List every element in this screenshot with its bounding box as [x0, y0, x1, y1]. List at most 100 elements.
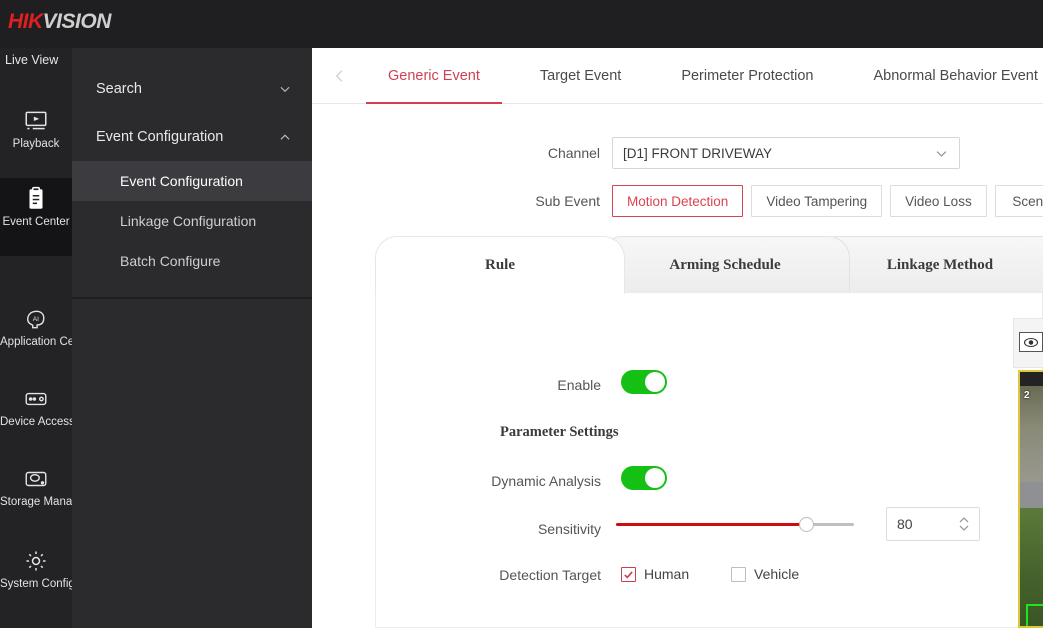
tab-perimeter-protection-label: Perimeter Protection [681, 68, 813, 84]
sensitivity-number-input[interactable]: 80 [886, 507, 980, 541]
svg-text:AI: AI [33, 316, 39, 323]
event-tab-strip: Generic Event Target Event Perimeter Pro… [312, 48, 1043, 104]
tab-abnormal-behavior-event[interactable]: Abnormal Behavior Event [843, 48, 1043, 104]
secondary-submenu: Search Event Configuration Event Configu… [72, 48, 312, 628]
channel-select-value: [D1] FRONT DRIVEWAY [623, 146, 772, 161]
enable-label: Enable [436, 377, 601, 393]
left-icon-rail: Live View Playback [0, 48, 72, 628]
submenu-group-event-configuration[interactable]: Event Configuration [72, 113, 312, 161]
rail-item-storage-management[interactable]: Storage Management [0, 458, 72, 536]
chevron-down-icon [278, 65, 292, 113]
eye-icon[interactable] [1019, 332, 1043, 352]
device-icon [0, 386, 72, 416]
tab-generic-event-label: Generic Event [388, 68, 480, 84]
sensitivity-slider-fill [616, 523, 806, 526]
card-tab-linkage-method-label: Linkage Method [887, 257, 993, 274]
checkbox-human[interactable]: Human [621, 566, 689, 582]
hikvision-logo: HIKVISION [8, 10, 111, 34]
ai-head-icon: AI [0, 306, 72, 336]
gear-icon [0, 548, 72, 578]
rail-label-playback: Playback [0, 138, 72, 151]
sub-event-scene-change[interactable]: Scen [995, 185, 1043, 217]
channel-row: Channel [D1] FRONT DRIVEWAY [502, 137, 960, 169]
rail-label-storage-management: Storage Management [0, 496, 72, 509]
submenu-item-event-configuration-label: Event Configuration [120, 173, 243, 189]
rule-card: Linkage Method Arming Schedule Rule Enab… [375, 236, 1043, 628]
rail-live-view-label[interactable]: Live View [0, 48, 72, 72]
preview-toolbar [1013, 318, 1043, 368]
stepper-arrows-icon[interactable] [958, 508, 970, 540]
enable-toggle[interactable] [621, 370, 667, 394]
enable-toggle-knob [645, 372, 665, 392]
card-tab-arming-schedule-label: Arming Schedule [669, 257, 780, 274]
rail-item-device-access[interactable]: Device Access [0, 378, 72, 456]
rail-label-system-configuration: System Configuration [0, 578, 72, 591]
submenu-item-event-configuration[interactable]: Event Configuration [72, 161, 312, 201]
logo-vision-text: VISION [43, 10, 111, 33]
rail-item-playback[interactable]: Playback [0, 100, 72, 178]
sub-event-row: Sub Event Motion Detection Video Tamperi… [502, 185, 1043, 217]
sub-event-label: Sub Event [502, 193, 612, 209]
checkbox-human-box [621, 567, 636, 582]
tab-scroll-left-icon[interactable] [328, 62, 352, 90]
preview-video[interactable]: 2 [1018, 370, 1043, 628]
rail-item-system-configuration[interactable]: System Configuration [0, 540, 72, 618]
playback-icon [0, 108, 72, 138]
tab-abnormal-behavior-event-label: Abnormal Behavior Event [873, 68, 1037, 84]
video-preview-panel: 2 [1013, 318, 1043, 628]
parameter-settings-title: Parameter Settings [500, 424, 619, 441]
tab-target-event-label: Target Event [540, 68, 621, 84]
submenu-group-search[interactable]: Search [72, 65, 312, 113]
submenu-group-event-configuration-label: Event Configuration [96, 129, 223, 145]
checkbox-vehicle[interactable]: Vehicle [731, 566, 799, 582]
detection-target-label: Detection Target [416, 567, 601, 583]
rail-label-application-center: Application Center [0, 336, 72, 349]
rule-card-body: Enable Parameter Settings Dynamic Analys… [375, 293, 1043, 628]
preview-detection-area-box[interactable] [1026, 604, 1043, 628]
rail-item-event-center[interactable]: Event Center [0, 178, 72, 256]
card-tab-arming-schedule[interactable]: Arming Schedule [600, 236, 850, 294]
checkbox-human-label: Human [644, 566, 689, 582]
sensitivity-slider-handle[interactable] [799, 517, 814, 532]
dynamic-analysis-label: Dynamic Analysis [436, 473, 601, 489]
rule-card-tabs: Linkage Method Arming Schedule Rule [375, 236, 1043, 294]
tab-target-event[interactable]: Target Event [510, 48, 651, 104]
submenu-item-batch-configure-label: Batch Configure [120, 253, 220, 269]
top-brand-bar: HIKVISION [0, 0, 1043, 48]
clipboard-icon [0, 186, 72, 216]
rail-item-maintenance-security[interactable]: Maintenance and Security [0, 620, 72, 628]
logo-hik-text: HIK [8, 10, 43, 33]
sub-event-buttons: Motion Detection Video Tampering Video L… [612, 185, 1043, 217]
sub-event-video-loss-label: Video Loss [905, 194, 972, 209]
sub-event-scene-change-label: Scen [1012, 194, 1043, 209]
sub-event-motion-detection-label: Motion Detection [627, 194, 728, 209]
sub-event-motion-detection[interactable]: Motion Detection [612, 185, 743, 217]
checkbox-vehicle-box [731, 567, 746, 582]
main-content-panel: Generic Event Target Event Perimeter Pro… [312, 48, 1043, 628]
event-tabs: Generic Event Target Event Perimeter Pro… [358, 48, 1043, 104]
sub-event-video-tampering-label: Video Tampering [766, 194, 867, 209]
preview-osd-text: 2 [1024, 390, 1030, 401]
preview-video-topbar [1020, 372, 1043, 386]
submenu-item-linkage-configuration[interactable]: Linkage Configuration [72, 201, 312, 241]
sensitivity-label: Sensitivity [436, 521, 601, 537]
channel-select[interactable]: [D1] FRONT DRIVEWAY [612, 137, 960, 169]
dynamic-analysis-toggle[interactable] [621, 466, 667, 490]
dynamic-analysis-toggle-knob [645, 468, 665, 488]
rail-label-event-center: Event Center [0, 216, 72, 229]
submenu-item-batch-configure[interactable]: Batch Configure [72, 241, 312, 281]
card-tab-rule[interactable]: Rule [375, 236, 625, 294]
app-root: HIKVISION Live View Playback [0, 0, 1043, 628]
tab-generic-event[interactable]: Generic Event [358, 48, 510, 104]
card-tab-rule-label: Rule [485, 257, 515, 274]
rail-item-application-center[interactable]: AI Application Center [0, 298, 72, 376]
sensitivity-slider[interactable] [616, 515, 854, 533]
sub-event-video-loss[interactable]: Video Loss [890, 185, 987, 217]
chevron-up-icon [278, 113, 292, 161]
tab-perimeter-protection[interactable]: Perimeter Protection [651, 48, 843, 104]
preview-video-background [1020, 386, 1043, 490]
storage-icon [0, 466, 72, 496]
sensitivity-value: 80 [897, 516, 913, 532]
sub-event-video-tampering[interactable]: Video Tampering [751, 185, 882, 217]
submenu-divider [72, 297, 312, 299]
